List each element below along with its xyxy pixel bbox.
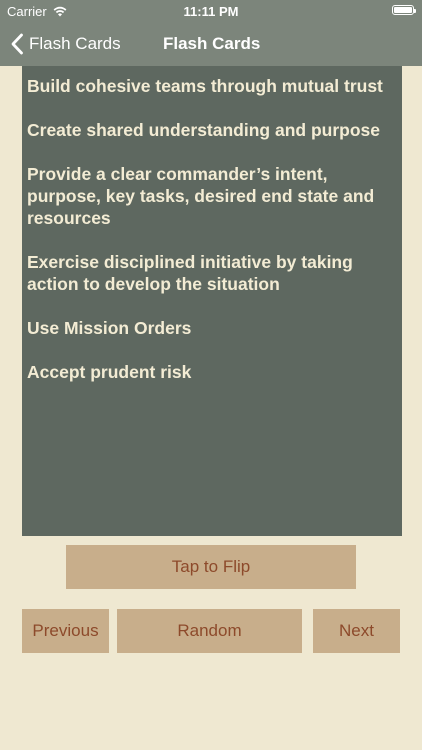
- back-button-label: Flash Cards: [29, 34, 121, 53]
- card-item: Provide a clear commander’s intent, purp…: [27, 164, 375, 228]
- status-bar: Carrier 11:11 PM: [0, 0, 422, 22]
- battery-icon: [392, 5, 416, 15]
- next-button[interactable]: Next: [313, 609, 400, 653]
- back-button[interactable]: Flash Cards: [10, 22, 121, 66]
- battery-level: [394, 7, 412, 13]
- card-item: Build cohesive teams through mutual trus…: [27, 76, 383, 96]
- card-item: Accept prudent risk: [27, 362, 192, 382]
- previous-button[interactable]: Previous: [22, 609, 109, 653]
- navigation-bar: Flash Cards Flash Cards: [0, 22, 422, 66]
- status-time: 11:11 PM: [183, 4, 239, 19]
- chevron-left-icon: [11, 33, 23, 55]
- card-item: Use Mission Orders: [27, 318, 192, 338]
- random-button[interactable]: Random: [117, 609, 302, 653]
- page-title: Flash Cards: [163, 34, 261, 53]
- card-item: Exercise disciplined initiative by takin…: [27, 252, 353, 294]
- tap-to-flip-button[interactable]: Tap to Flip: [66, 545, 356, 589]
- flash-card[interactable]: Build cohesive teams through mutual trus…: [22, 66, 402, 536]
- card-item: Create shared understanding and purpose: [27, 120, 380, 140]
